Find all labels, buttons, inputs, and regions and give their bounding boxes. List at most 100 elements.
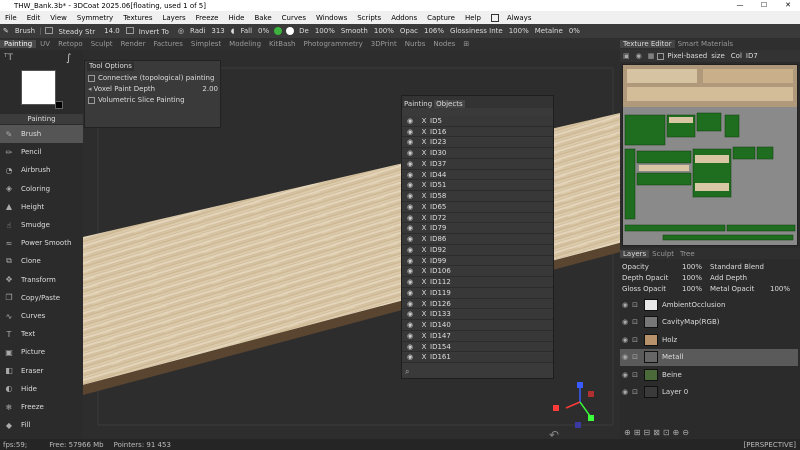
layer-opacity-value[interactable]: 100% <box>682 263 710 271</box>
volumetric-slice-option[interactable]: Volumetric Slice Painting <box>88 96 185 104</box>
layer-row[interactable]: ◉ ⊡ Holz <box>620 331 798 348</box>
object-row[interactable]: ◉ X ID140 <box>402 320 553 331</box>
delete-icon[interactable]: X <box>418 289 430 297</box>
pixel-based-checkbox[interactable] <box>657 52 665 60</box>
delete-icon[interactable]: X <box>418 353 430 361</box>
menu-freeze[interactable]: Freeze <box>191 14 224 22</box>
tool-brush[interactable]: ✎ Brush <box>0 125 83 143</box>
layer-lock-icon[interactable]: ⊡ <box>630 318 640 326</box>
object-row[interactable]: ◉ X ID133 <box>402 309 553 321</box>
layer-row[interactable]: ◉ ⊡ Layer 0 <box>620 384 798 401</box>
eye-icon[interactable]: ◉ <box>402 138 418 146</box>
delete-icon[interactable]: X <box>418 246 430 254</box>
delete-icon[interactable]: X <box>418 278 430 286</box>
tab-nodes[interactable]: Nodes <box>429 40 459 48</box>
eye-icon[interactable]: ◉ <box>402 203 418 211</box>
object-row[interactable]: ◉ X ID65 <box>402 202 553 213</box>
tab-simplest[interactable]: Simplest <box>187 40 225 48</box>
tool-picture[interactable]: ▣ Picture <box>0 343 83 361</box>
tool-clone[interactable]: ⧉ Clone <box>0 252 83 270</box>
eye-icon[interactable]: ◉ <box>402 149 418 157</box>
delete-icon[interactable]: X <box>418 181 430 189</box>
tab-render[interactable]: Render <box>117 40 150 48</box>
object-row[interactable]: ◉ X ID147 <box>402 331 553 342</box>
minimize-button[interactable]: — <box>728 0 752 11</box>
delete-icon[interactable]: X <box>418 117 430 125</box>
tool-text[interactable]: T Text <box>0 325 83 343</box>
delete-icon[interactable]: X <box>418 321 430 329</box>
menu-layers[interactable]: Layers <box>157 14 190 22</box>
stroke-icon[interactable]: ∫ <box>66 53 71 64</box>
layer-visibility-icon[interactable]: ◉ <box>620 318 630 326</box>
eye-icon[interactable]: ◉ <box>402 235 418 243</box>
object-row[interactable]: ◉ X ID51 <box>402 180 553 192</box>
object-row[interactable]: ◉ X ID30 <box>402 148 553 159</box>
tool-hide[interactable]: ◐ Hide <box>0 380 83 398</box>
steady-toggle[interactable]: Steady Str <box>42 26 101 36</box>
tab-texture-editor[interactable]: Texture Editor <box>620 40 675 48</box>
menu-view[interactable]: View <box>45 14 72 22</box>
eye-icon[interactable]: ◉ <box>402 128 418 136</box>
layer-row[interactable]: ◉ ⊡ Metall <box>620 348 798 366</box>
tab-kitbash[interactable]: KitBash <box>265 40 299 48</box>
layer-visibility-icon[interactable]: ◉ <box>620 371 630 379</box>
eye-icon[interactable]: ◉ <box>402 214 418 222</box>
object-id-select[interactable]: ID7 <box>746 52 758 60</box>
menu-hide[interactable]: Hide <box>224 14 250 22</box>
secondary-color-swatch[interactable] <box>55 101 63 109</box>
object-row[interactable]: ◉ X ID79 <box>402 223 553 235</box>
object-row[interactable]: ◉ X ID119 <box>402 288 553 299</box>
delete-icon[interactable]: X <box>418 300 430 308</box>
eye-icon[interactable]: ◉ <box>402 257 418 265</box>
delete-icon[interactable]: X <box>418 203 430 211</box>
tool-freeze[interactable]: ❄ Freeze <box>0 398 83 416</box>
radius-value[interactable]: 313 <box>208 27 227 35</box>
layer-lock-icon[interactable]: ⊡ <box>630 336 640 344</box>
smooth-value[interactable]: 100% <box>371 27 397 35</box>
depth-value[interactable]: 100% <box>312 27 338 35</box>
eye-icon[interactable]: ◉ <box>402 160 418 168</box>
tab-[interactable]: ⊞ <box>459 40 473 48</box>
delete-icon[interactable]: X <box>418 257 430 265</box>
menu-help[interactable]: Help <box>460 14 486 22</box>
delete-icon[interactable]: X <box>418 332 430 340</box>
tab-factures[interactable]: Factures <box>149 40 186 48</box>
object-row[interactable]: ◉ X ID44 <box>402 169 553 181</box>
tab-tree[interactable]: Tree <box>677 250 698 258</box>
tool-coloring[interactable]: ◈ Coloring <box>0 180 83 198</box>
tool-transform[interactable]: ✥ Transform <box>0 271 83 289</box>
green-color-swatch[interactable] <box>274 27 283 35</box>
connective-painting-option[interactable]: Connective (topological) painting <box>88 74 214 82</box>
layer-lock-icon[interactable]: ⊡ <box>630 353 640 361</box>
object-row[interactable]: ◉ X ID161 <box>402 352 553 364</box>
object-row[interactable]: ◉ X ID112 <box>402 277 553 288</box>
object-row[interactable]: ◉ X ID106 <box>402 266 553 278</box>
eye-icon[interactable]: ◉ <box>402 353 418 361</box>
tool-curves[interactable]: ∿ Curves <box>0 307 83 325</box>
eye-icon[interactable]: ◉ <box>402 321 418 329</box>
brush-icon[interactable]: ✎ <box>0 27 12 35</box>
maximize-button[interactable]: ☐ <box>752 0 776 11</box>
menu-symmetry[interactable]: Symmetry <box>72 14 118 22</box>
white-color-swatch[interactable] <box>286 27 295 35</box>
tool-fill[interactable]: ◆ Fill <box>0 416 83 434</box>
gloss-opacity-value[interactable]: 100% <box>682 285 710 293</box>
object-row[interactable]: ◉ X ID72 <box>402 212 553 224</box>
tool-power-smooth[interactable]: ≈ Power Smooth <box>0 234 83 252</box>
tab-painting[interactable]: Painting <box>402 100 434 108</box>
object-row[interactable]: ◉ X ID16 <box>402 126 553 138</box>
object-row[interactable]: ◉ X ID154 <box>402 341 553 353</box>
channel-select[interactable]: Col <box>731 52 742 60</box>
menu-addons[interactable]: Addons <box>386 14 422 22</box>
tool-smudge[interactable]: ☝ Smudge <box>0 216 83 234</box>
brush-preview[interactable] <box>21 70 56 105</box>
steady-value[interactable]: 14.0 <box>101 27 123 35</box>
texture-view-icon[interactable]: ◉ <box>636 52 642 60</box>
metal-opacity-value[interactable]: 100% <box>770 285 790 293</box>
close-button[interactable]: ✕ <box>776 0 800 11</box>
eye-icon[interactable]: ◉ <box>402 171 418 179</box>
eye-icon[interactable]: ◉ <box>402 246 418 254</box>
menu-curves[interactable]: Curves <box>277 14 311 22</box>
delete-icon[interactable]: X <box>418 214 430 222</box>
opacity-value[interactable]: 106% <box>421 27 447 35</box>
